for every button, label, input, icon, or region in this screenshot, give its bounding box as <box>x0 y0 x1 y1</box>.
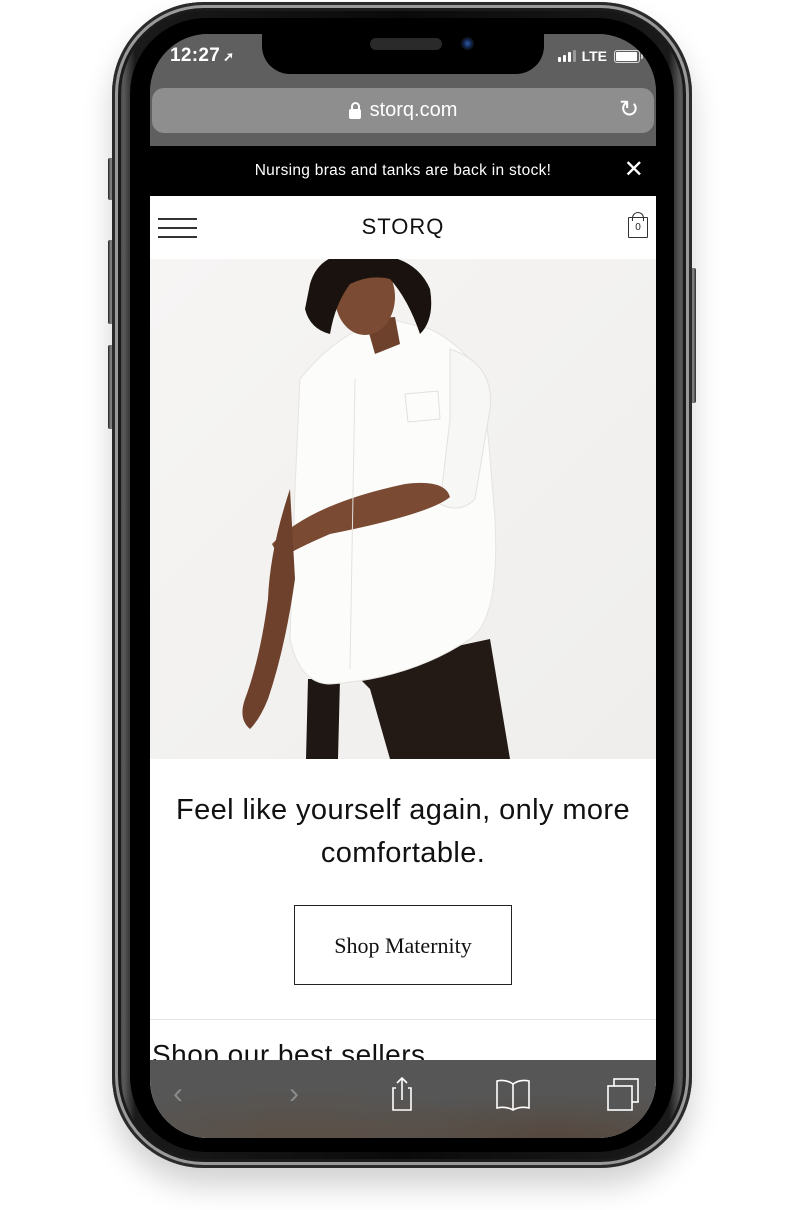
hero-headline: Feel like yourself again, only more comf… <box>175 794 631 869</box>
shopping-bag-icon[interactable]: 0 <box>628 212 648 238</box>
hero-photo-illustration <box>150 259 656 759</box>
location-arrow-icon: ➚ <box>223 49 235 64</box>
front-camera <box>461 37 474 50</box>
clock: 12:27 <box>170 45 221 66</box>
hero-image <box>150 259 656 759</box>
browser-address-area: storq.com ↻ <box>150 84 656 146</box>
section-divider <box>150 1019 656 1020</box>
chevron-right-icon[interactable]: › <box>274 1076 314 1112</box>
book-icon[interactable] <box>493 1076 533 1112</box>
chevron-left-icon[interactable]: ‹ <box>158 1076 198 1112</box>
promo-text: Nursing bras and tanks are back in stock… <box>254 162 552 179</box>
status-indicators: LTE <box>557 48 643 64</box>
status-time: 12:27 ➚ <box>170 45 234 67</box>
legging-left <box>306 679 340 759</box>
lock-icon <box>348 101 361 119</box>
close-icon[interactable]: ✕ <box>622 158 646 182</box>
network-type: LTE <box>581 48 607 64</box>
cart-count: 0 <box>628 217 648 238</box>
tabs-icon[interactable] <box>603 1076 643 1112</box>
phone-screen: 12:27 ➚ LTE storq.com ↻ Nursing bras and … <box>150 34 656 1138</box>
browser-toolbar: ‹ › <box>150 1060 656 1138</box>
site-logo[interactable]: STORQ <box>150 214 656 240</box>
url-text: storq.com <box>369 99 458 121</box>
status-bar: 12:27 ➚ LTE <box>150 34 656 84</box>
notch <box>262 34 544 74</box>
cellular-signal-icon <box>557 50 576 62</box>
share-icon[interactable] <box>382 1076 422 1112</box>
address-bar[interactable]: storq.com ↻ <box>152 88 654 133</box>
battery-icon <box>614 49 643 63</box>
promo-banner: Nursing bras and tanks are back in stock… <box>150 146 656 196</box>
site-header: STORQ 0 <box>150 196 656 259</box>
web-page: Nursing bras and tanks are back in stock… <box>150 146 656 1138</box>
reload-icon[interactable]: ↻ <box>616 97 642 123</box>
earpiece-speaker <box>370 38 442 50</box>
shop-maternity-button[interactable]: Shop Maternity <box>294 905 512 985</box>
